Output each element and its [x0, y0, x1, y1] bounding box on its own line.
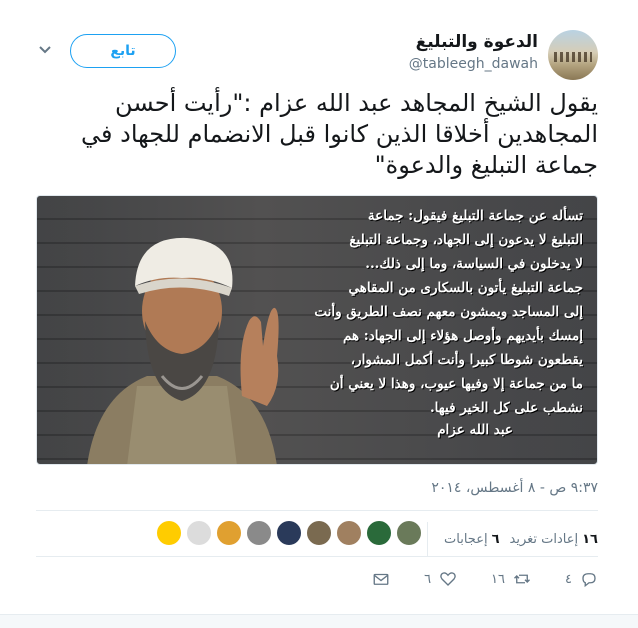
liker-avatar[interactable] — [186, 520, 212, 546]
direct-message-button[interactable] — [372, 570, 390, 588]
likes-label: إعجابات — [444, 531, 488, 547]
quote-line: إلى المساجد ويمشون معهم نصف الطريق وأنت — [314, 304, 583, 320]
liker-avatar[interactable] — [216, 520, 242, 546]
liker-avatar[interactable] — [336, 520, 362, 546]
retweets-count: ١٦ — [582, 531, 598, 547]
avatar[interactable] — [548, 30, 598, 80]
liker-avatar[interactable] — [276, 520, 302, 546]
quote-line: إمسك بأيديهم وأوصل هؤلاء إلى الجهاد: هم — [342, 328, 583, 344]
quote-line: التبليغ لا يدعون إلى الجهاد، وجماعة التب… — [349, 232, 583, 248]
reply-count: ٤ — [565, 571, 572, 587]
retweet-count: ١٦ — [491, 571, 506, 587]
heart-icon — [440, 572, 456, 586]
divider — [36, 510, 598, 511]
retweets-label: إعادات تغريد — [509, 531, 579, 547]
liker-avatars — [156, 520, 422, 546]
liker-avatar[interactable] — [156, 520, 182, 546]
retweet-icon — [514, 574, 530, 584]
liker-avatar[interactable] — [396, 520, 422, 546]
retweets-stat[interactable]: ١٦ إعادات تغريد — [510, 532, 598, 547]
retweet-button[interactable]: ١٦ — [491, 570, 531, 588]
divider — [36, 556, 598, 557]
tweet-media-image[interactable]: تسأله عن جماعة التبليغ فيقول: جماعة التب… — [36, 195, 598, 465]
avatar-image — [554, 52, 592, 62]
stats-separator — [427, 522, 429, 556]
quote-line: لا يدخلون في السياسة، وما إلى ذلك... — [365, 256, 583, 272]
tweet-text: يقول الشيخ المجاهد عبد الله عزام :"رأيت … — [81, 89, 598, 179]
tweet-timestamp[interactable]: ٩:٣٧ ص - ٨ أغسطس، ٢٠١٤ — [431, 480, 598, 496]
likes-count: ٦ — [491, 531, 500, 547]
quote-line: يقطعون شوطا كبيرا وأنت أكمل المشوار، — [350, 352, 583, 368]
quote-line: جماعة التبليغ يأتون بالسكارى من المقاهي — [348, 280, 583, 296]
action-bar: ٤ ١٦ ٦ — [372, 570, 598, 588]
tweet-card: الدعوة والتبليغ @tableegh_dawah تابع يقو… — [0, 0, 638, 628]
media-quote-text: تسأله عن جماعة التبليغ فيقول: جماعة التب… — [263, 204, 583, 442]
reply-button[interactable]: ٤ — [565, 570, 598, 588]
portrait-figure — [87, 237, 279, 464]
reply-icon — [582, 573, 596, 588]
liker-avatar[interactable] — [246, 520, 272, 546]
quote-line: نشطب على كل الخير فيها. — [429, 400, 583, 416]
user-handle[interactable]: @tableegh_dawah — [409, 56, 538, 72]
display-name[interactable]: الدعوة والتبليغ — [416, 32, 538, 52]
like-button[interactable]: ٦ — [424, 570, 457, 588]
liker-avatar[interactable] — [306, 520, 332, 546]
chevron-down-icon[interactable] — [34, 40, 56, 60]
liker-avatar[interactable] — [366, 520, 392, 546]
quote-author: عبد الله عزام — [437, 422, 513, 438]
quote-line: ما من جماعة إلا وفيها عيوب، وهذا لا يعني… — [329, 376, 583, 392]
engagement-stats: ١٦ إعادات تغريد ٦ إعجابات — [421, 522, 598, 556]
card-footer — [0, 614, 638, 628]
mail-icon — [373, 573, 389, 585]
follow-button[interactable]: تابع — [70, 34, 176, 68]
quote-line: تسأله عن جماعة التبليغ فيقول: جماعة — [367, 208, 583, 224]
like-count: ٦ — [424, 571, 432, 587]
likes-stat[interactable]: ٦ إعجابات — [444, 532, 499, 547]
